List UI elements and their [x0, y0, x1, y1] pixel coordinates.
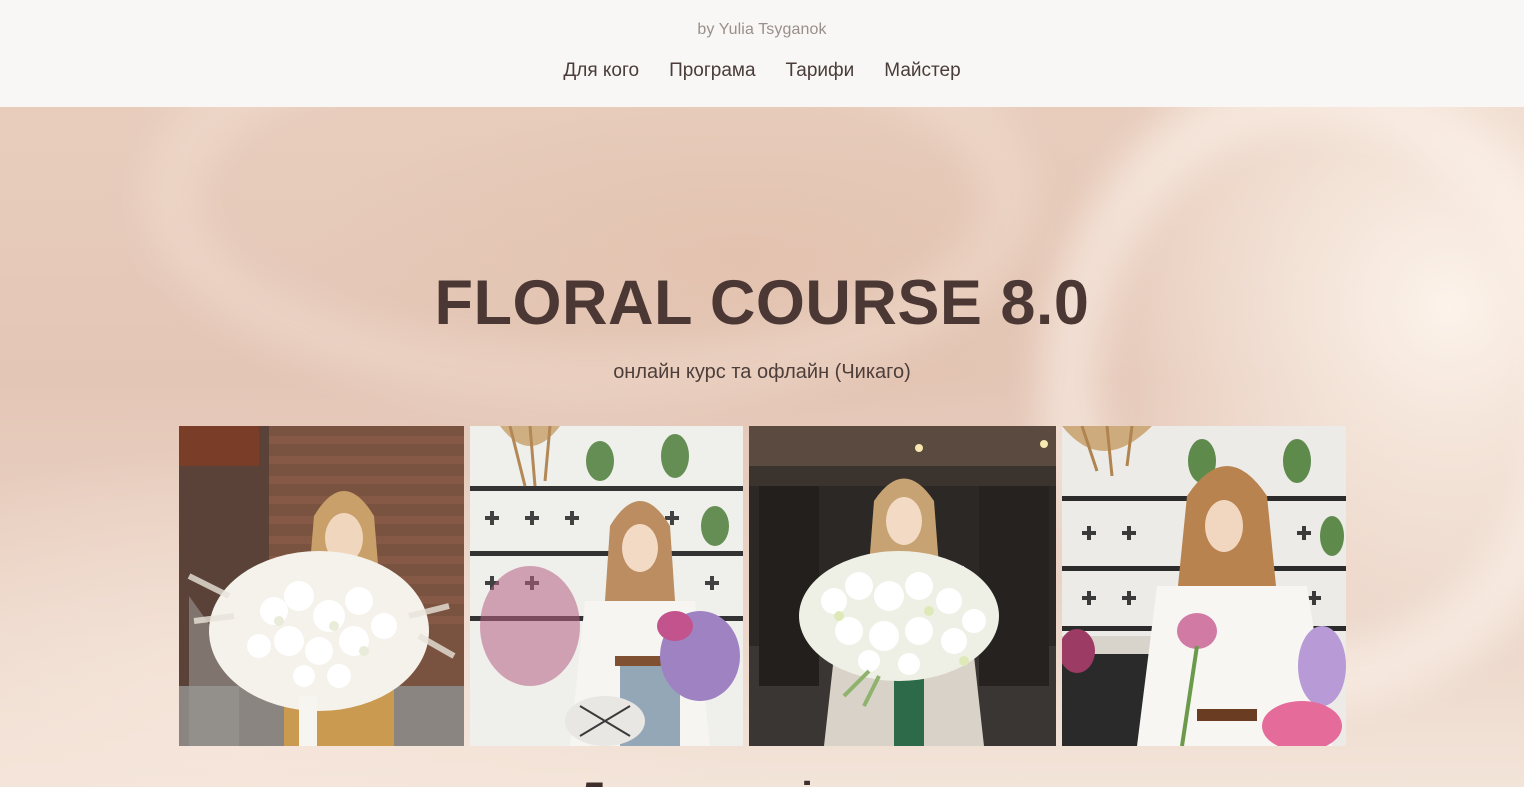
nav-item-master[interactable]: Майстер: [884, 60, 960, 82]
nav-item-for-whom[interactable]: Для кого: [563, 60, 639, 82]
site-header: by Yulia Tsyganok Для кого Програма Тари…: [0, 0, 1524, 107]
gallery-photo-1: [179, 426, 464, 746]
hero-subtitle: онлайн курс та офлайн (Чикаго): [613, 361, 911, 383]
photo-image: [179, 426, 464, 746]
photo-image: [470, 426, 743, 746]
main-nav: Для кого Програма Тарифи Майстер: [0, 60, 1524, 82]
page-title: FLORAL COURSE 8.0: [434, 268, 1090, 338]
nav-item-pricing[interactable]: Тарифи: [786, 60, 855, 82]
hero-section: FLORAL COURSE 8.0 онлайн курс та офлайн …: [0, 107, 1524, 787]
section-heading-partial: Для кого ці курси: [0, 773, 1524, 787]
gallery-photo-2: [470, 426, 743, 746]
photo-image: [1062, 426, 1346, 746]
nav-item-program[interactable]: Програма: [669, 60, 755, 82]
author-byline: by Yulia Tsyganok: [697, 21, 827, 38]
gallery-photo-3: [749, 426, 1056, 746]
gallery-photo-4: [1062, 426, 1346, 746]
photo-image: [749, 426, 1056, 746]
